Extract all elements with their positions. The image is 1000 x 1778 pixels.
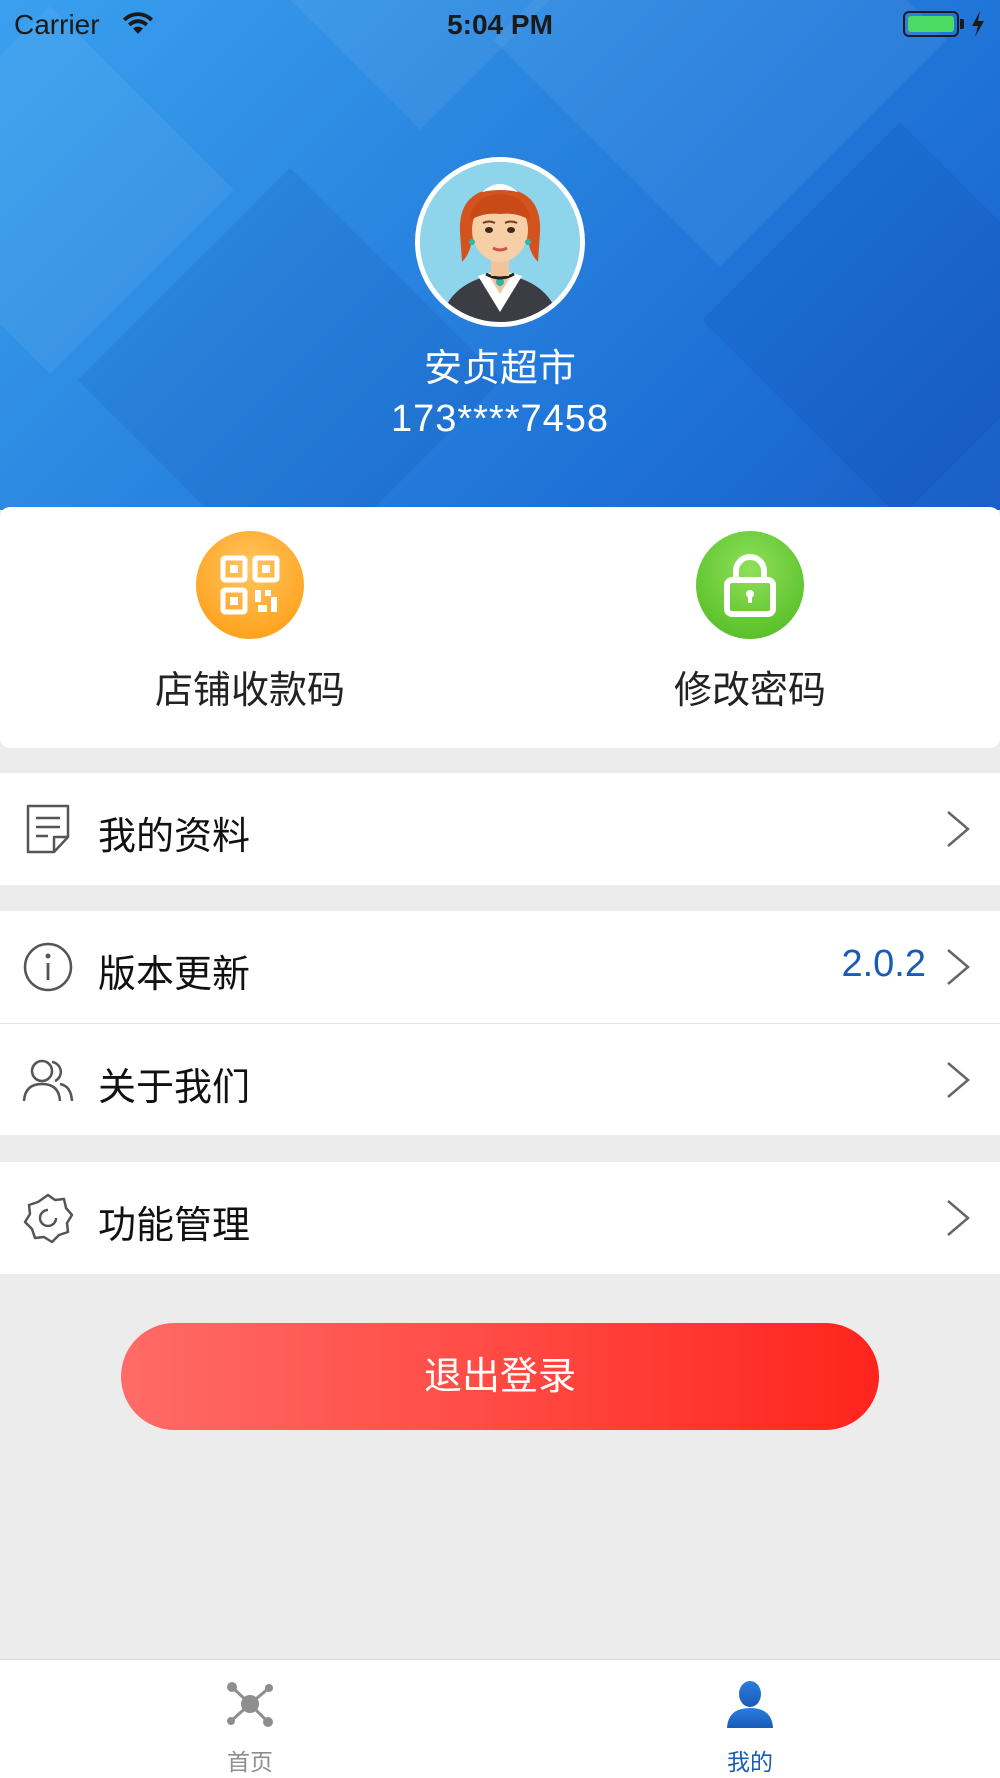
chevron-right-icon	[944, 1198, 972, 1242]
tab-home[interactable]: 首页	[0, 1660, 500, 1778]
clock: 5:04 PM	[447, 9, 553, 40]
menu-item-label: 我的资料	[98, 814, 251, 858]
store-payment-code-button[interactable]: 店铺收款码	[0, 507, 500, 748]
tab-mine[interactable]: 我的	[500, 1660, 1000, 1778]
document-icon	[22, 803, 74, 855]
battery-icon	[903, 11, 959, 37]
tab-bar: 首页 我的	[0, 1659, 1000, 1778]
quick-actions-card: 店铺收款码 修改密码	[0, 507, 1000, 748]
qr-code-icon	[196, 531, 304, 639]
menu-item-label: 功能管理	[98, 1203, 251, 1247]
status-bar: Carrier 5:04 PM	[0, 0, 1000, 50]
version-number: 2.0.2	[841, 943, 926, 985]
chevron-right-icon	[944, 947, 972, 991]
menu-group-features: 功能管理	[0, 1162, 1000, 1274]
lock-icon	[696, 531, 804, 639]
change-password-button[interactable]: 修改密码	[500, 507, 1000, 748]
store-payment-code-label: 店铺收款码	[154, 668, 345, 712]
chevron-right-icon	[944, 1060, 972, 1104]
avatar[interactable]	[415, 157, 585, 327]
store-name: 安贞超市	[423, 346, 576, 390]
avatar-illustration	[420, 162, 580, 322]
info-icon	[22, 941, 74, 993]
phone-number: 173****7458	[390, 398, 610, 440]
profile-page: Carrier 5:04 PM 安贞超市 173****7458 店铺收款码 修…	[0, 0, 1000, 1778]
profile-header: Carrier 5:04 PM 安贞超市 173****7458	[0, 0, 1000, 510]
menu-group-info: 版本更新 2.0.2 关于我们	[0, 911, 1000, 1135]
user-icon	[724, 1678, 776, 1734]
gear-icon	[22, 1192, 74, 1244]
chevron-right-icon	[944, 809, 972, 853]
change-password-label: 修改密码	[673, 668, 826, 712]
logout-button[interactable]: 退出登录	[121, 1323, 879, 1430]
tab-label: 首页	[227, 1750, 273, 1776]
menu-group-profile: 我的资料	[0, 773, 1000, 885]
users-icon	[22, 1054, 74, 1106]
charging-icon	[970, 10, 986, 42]
menu-item-label: 版本更新	[98, 952, 251, 996]
home-network-icon	[224, 1678, 276, 1734]
menu-item-label: 关于我们	[98, 1065, 251, 1109]
menu-item-feature-management[interactable]: 功能管理	[0, 1162, 1000, 1274]
battery-cap	[960, 19, 964, 29]
menu-item-about-us[interactable]: 关于我们	[0, 1023, 1000, 1135]
tab-label: 我的	[727, 1750, 773, 1776]
menu-item-version-update[interactable]: 版本更新 2.0.2	[0, 911, 1000, 1023]
menu-item-my-profile[interactable]: 我的资料	[0, 773, 1000, 885]
